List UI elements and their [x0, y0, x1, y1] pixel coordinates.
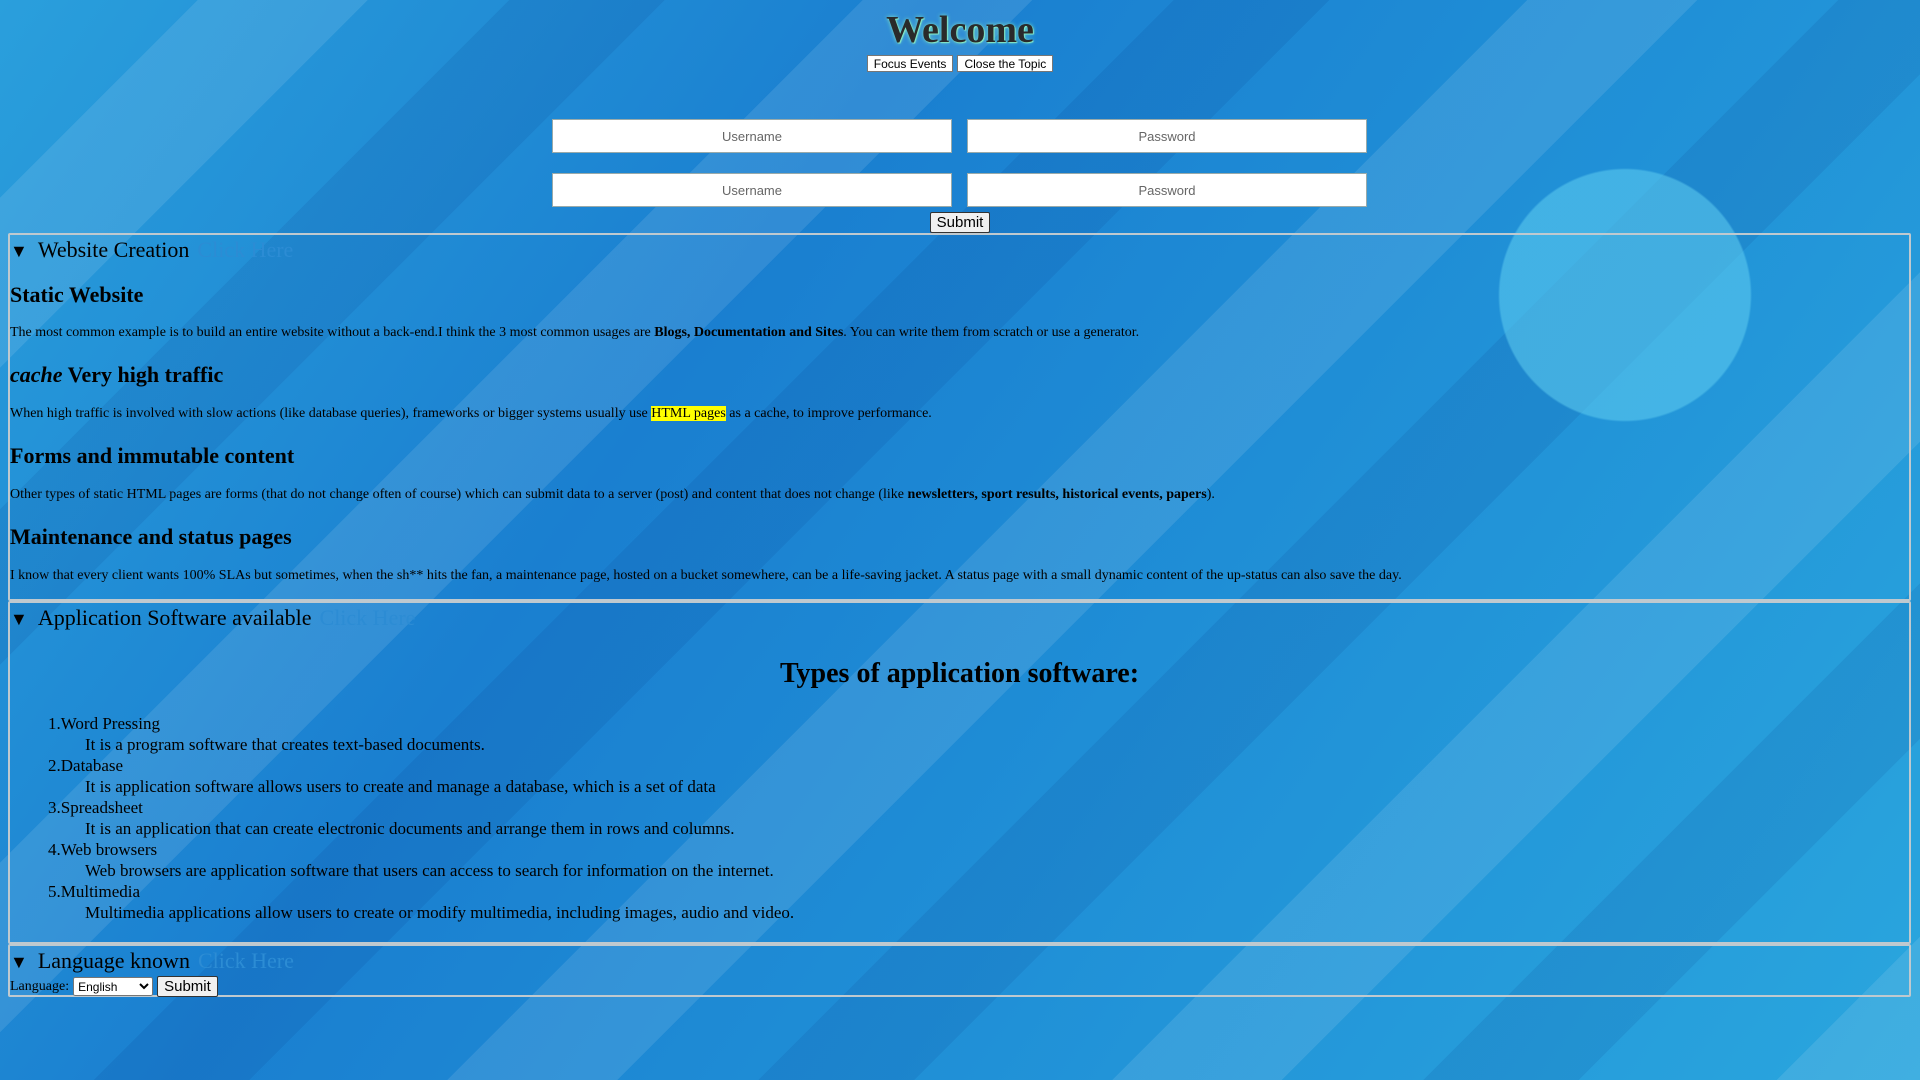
application-software-title: Application Software available: [37, 605, 312, 630]
list-item-term: 3.Spreadsheet: [48, 798, 143, 817]
forms-text: Other types of static HTML pages are for…: [10, 487, 1215, 502]
maintenance-heading: Maintenance and status pages: [10, 524, 292, 549]
list-item-desc: It is application software allows users …: [85, 777, 716, 796]
list-item-term: 2.Database: [48, 756, 124, 775]
language-select[interactable]: English: [73, 977, 154, 996]
username-input-2[interactable]: [552, 173, 952, 207]
list-item-term: 1.Word Pressing: [48, 714, 160, 733]
click-here-link[interactable]: Click Here: [197, 237, 293, 262]
focus-events-button[interactable]: Focus Events: [866, 55, 954, 72]
application-types-list: 1.Word Pressing It is a program software…: [48, 713, 794, 923]
language-label: Language:: [10, 978, 70, 994]
application-software-section: ▼ Application Software available Click Her…: [8, 601, 1911, 944]
website-creation-section: ▼ Website Creation Click Here Static Websi…: [8, 233, 1911, 601]
application-software-summary[interactable]: ▼ Application Software available Click Her…: [10, 603, 1909, 632]
language-submit-button[interactable]: Submit: [157, 976, 218, 997]
expand-triangle-icon[interactable]: ▼: [10, 952, 28, 972]
html-pages-highlight: HTML pages: [651, 406, 726, 421]
top-button-bar: Focus Events Close the Topic: [0, 55, 1920, 72]
list-item-desc: Web browsers are application software th…: [85, 861, 774, 880]
language-form: Language: English Submit: [10, 976, 1909, 997]
static-website-heading: Static Website: [10, 282, 144, 307]
types-heading: Types of application software:: [779, 658, 1140, 689]
click-here-link[interactable]: Click Here: [198, 948, 294, 973]
forms-heading: Forms and immutable content: [10, 443, 295, 468]
password-input-1[interactable]: [967, 119, 1367, 153]
language-summary[interactable]: ▼ Language known Click Here: [10, 946, 1909, 975]
expand-triangle-icon[interactable]: ▼: [10, 241, 28, 261]
close-topic-button[interactable]: Close the Topic: [957, 55, 1054, 72]
maintenance-text: I know that every client wants 100% SLAs…: [10, 568, 1402, 583]
high-traffic-text: When high traffic is involved with slow …: [10, 406, 932, 421]
language-section: ▼ Language known Click Here Language: Engl…: [8, 944, 1911, 997]
list-item-desc: Multimedia applications allow users to c…: [85, 903, 795, 922]
click-here-link[interactable]: Click Here: [320, 605, 416, 630]
language-title: Language known: [37, 948, 190, 973]
username-input-1[interactable]: [552, 119, 952, 153]
list-item-desc: It is a program software that creates te…: [85, 735, 485, 754]
website-creation-title: Website Creation: [37, 237, 190, 262]
static-website-text: The most common example is to build an e…: [10, 325, 1140, 340]
list-item-desc: It is an application that can create ele…: [85, 819, 735, 838]
expand-triangle-icon[interactable]: ▼: [10, 609, 28, 629]
login-submit-button[interactable]: Submit: [930, 212, 990, 233]
list-item-term: 4.Web browsers: [48, 840, 158, 859]
password-input-2[interactable]: [967, 173, 1367, 207]
list-item-term: 5.Multimedia: [48, 882, 141, 901]
website-creation-summary[interactable]: ▼ Website Creation Click Here: [10, 235, 1909, 264]
high-traffic-heading: cache Very high traffic: [10, 362, 224, 387]
page-title: Welcome: [886, 9, 1034, 51]
